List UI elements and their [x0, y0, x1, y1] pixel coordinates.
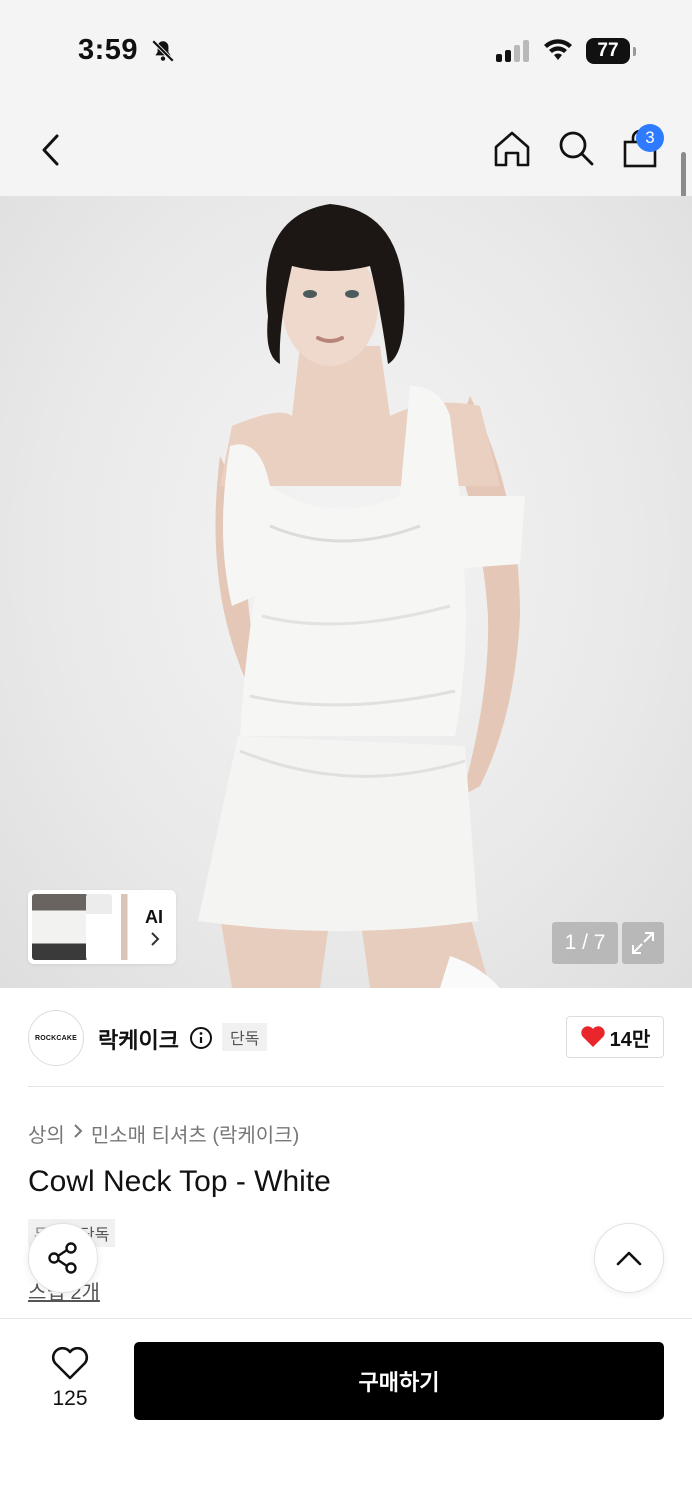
divider — [28, 1086, 664, 1087]
search-icon[interactable] — [555, 126, 597, 170]
back-arrow-icon[interactable] — [30, 128, 70, 172]
ai-label: AI — [145, 907, 163, 927]
cart-count-badge: 3 — [636, 124, 664, 152]
chevron-up-icon — [616, 1251, 642, 1266]
chevron-right-icon — [149, 931, 161, 952]
thumbnail-image[interactable] — [86, 894, 112, 960]
ai-similar-thumbnails[interactable]: AI — [28, 890, 176, 964]
battery-indicator: 77 — [586, 38, 636, 64]
brand-like-button[interactable]: 14만 — [566, 1016, 664, 1058]
chevron-right-icon — [73, 1122, 83, 1145]
expand-icon[interactable] — [622, 922, 664, 964]
breadcrumb-item[interactable]: 상의 — [28, 1119, 65, 1148]
wishlist-count: 125 — [52, 1387, 88, 1410]
category-breadcrumb: 상의 민소매 티셔츠 (락케이크) — [28, 1119, 299, 1148]
exclusive-badge: 단독 — [222, 1023, 268, 1051]
status-bar: 3:59 77 — [0, 0, 692, 100]
brand-logo[interactable]: ROCKCAKE — [28, 1010, 84, 1066]
thumbnail-image[interactable] — [32, 894, 88, 960]
image-counter: 1 / 7 — [552, 922, 618, 964]
breadcrumb-item[interactable]: 민소매 티셔츠 (락케이크) — [91, 1119, 299, 1148]
wifi-icon — [542, 38, 574, 67]
product-image[interactable] — [0, 196, 692, 988]
bell-off-icon — [150, 38, 176, 69]
info-icon[interactable] — [189, 1026, 213, 1055]
top-nav — [0, 100, 692, 196]
thumbnail-image[interactable] — [112, 894, 134, 960]
brand-row: ROCKCAKE 락케이크 단독 14만 — [0, 988, 692, 1088]
product-title: Cowl Neck Top - White — [28, 1165, 331, 1198]
wishlist-button[interactable]: 125 — [40, 1347, 100, 1411]
home-icon[interactable] — [490, 126, 534, 172]
status-time: 3:59 — [78, 34, 139, 66]
brand-name[interactable]: 락케이크 — [98, 1023, 179, 1055]
buy-button[interactable]: 구매하기 — [134, 1342, 664, 1420]
share-icon — [48, 1242, 77, 1274]
bottom-action-bar: 125 구매하기 — [0, 1318, 692, 1500]
brand-like-count: 14만 — [609, 1028, 651, 1051]
heart-filled-icon — [580, 1026, 605, 1047]
scroll-to-top-button[interactable] — [594, 1223, 664, 1293]
cell-signal-icon — [496, 40, 529, 62]
heart-outline-icon — [51, 1347, 89, 1380]
share-button[interactable] — [28, 1223, 98, 1293]
